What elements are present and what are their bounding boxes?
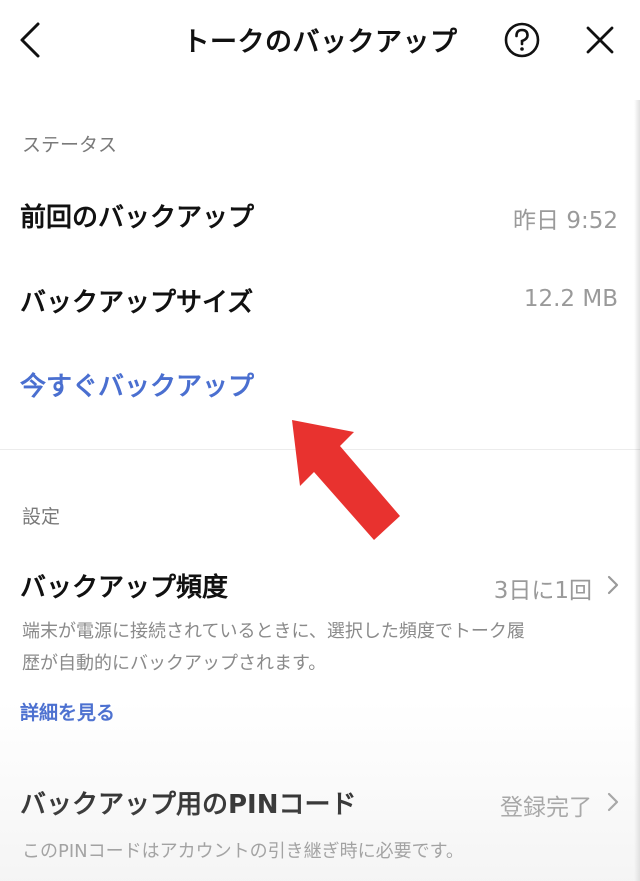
pin-code-status: 登録完了: [500, 795, 592, 821]
description-line-2: 歴が自動的にバックアップされます。: [22, 653, 327, 674]
chevron-right-icon: [607, 575, 619, 595]
description-line-1: 端末が電源に接続されているときに、選択した頻度でトーク履: [22, 621, 525, 642]
settings-section-label: 設定: [22, 506, 61, 528]
backup-size-label: バックアップサイズ: [20, 288, 254, 318]
backup-frequency-label: バックアップ頻度: [20, 573, 229, 603]
close-icon: [586, 26, 614, 54]
pin-code-label: バックアップ用のPINコード: [20, 790, 357, 820]
status-section-label: ステータス: [22, 134, 118, 156]
backup-frequency-value: 3日に1回: [493, 578, 592, 604]
last-backup-label: 前回のバックアップ: [20, 203, 255, 233]
red-arrow-icon: [292, 420, 400, 540]
page-title: トークのバックアップ: [182, 27, 458, 58]
backup-now-button[interactable]: 今すぐバックアップ: [20, 366, 254, 403]
header-bar: トークのバックアップ: [0, 0, 640, 80]
backup-size-value: 12.2 MB: [523, 286, 618, 312]
question-circle-icon: [504, 22, 540, 58]
close-button[interactable]: [578, 18, 622, 62]
last-backup-value: 昨日 9:52: [513, 208, 618, 234]
scrollbar-edge: [634, 100, 640, 881]
backup-frequency-description: 端末が電源に接続されているときに、選択した頻度でトーク履 歴が自動的にバックアッ…: [22, 616, 622, 680]
details-link[interactable]: 詳細を見る: [20, 698, 115, 725]
chevron-right-icon: [607, 792, 619, 812]
pin-code-description: このPINコードはアカウントの引き継ぎ時に必要です。: [22, 841, 464, 862]
help-button[interactable]: [500, 18, 544, 62]
